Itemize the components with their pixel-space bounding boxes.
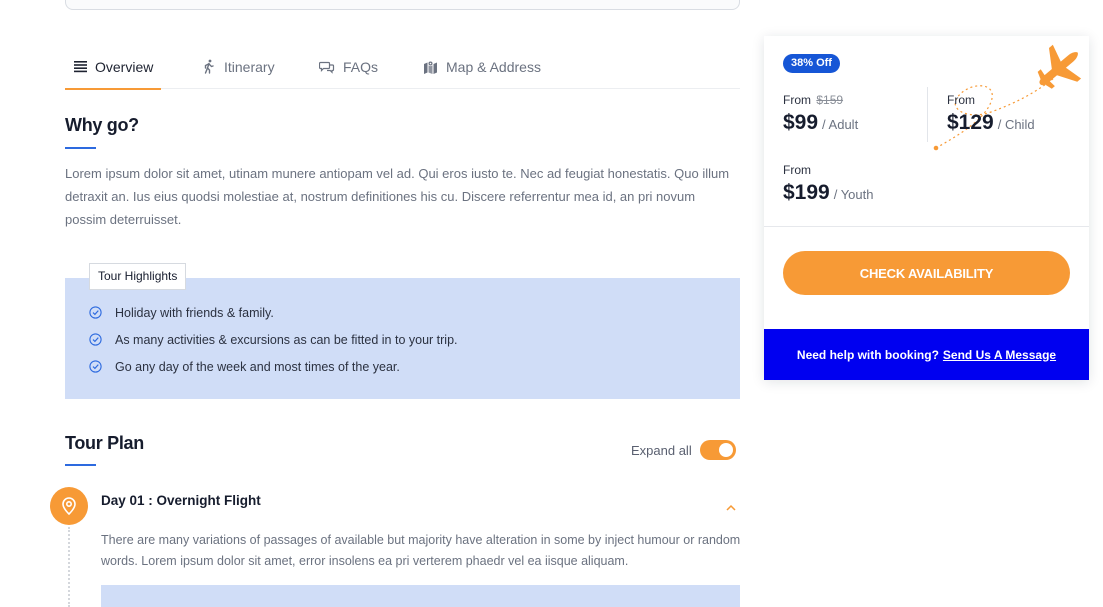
map-icon [423, 60, 438, 74]
timeline-line [68, 527, 70, 607]
from-label: From [947, 93, 975, 107]
highlight-text: As many activities & excursions as can b… [115, 333, 458, 347]
heading-underline [65, 147, 96, 149]
tab-map-address[interactable]: Map & Address [423, 44, 541, 89]
price-adult: From $159 $99/ Adult [783, 93, 858, 135]
booking-card: 38% Off From $159 $99/ Adult From $129/ … [764, 36, 1089, 380]
expand-all-control[interactable]: Expand all [631, 440, 736, 460]
discount-badge: 38% Off [783, 54, 840, 73]
from-label: From [783, 93, 811, 107]
why-go-heading: Why go? [65, 115, 139, 135]
chevron-up-icon[interactable] [725, 499, 737, 517]
check-circle-icon [89, 360, 103, 374]
tour-highlights-tag: Tour Highlights [89, 263, 187, 290]
tour-plan-heading: Tour Plan [65, 433, 144, 453]
price-amount: $129 [947, 111, 994, 134]
tab-label: FAQs [343, 58, 379, 75]
day-description: There are many variations of passages of… [101, 533, 741, 568]
why-go-text: Lorem ipsum dolor sit amet, utinam muner… [65, 166, 730, 227]
chat-icon [319, 60, 335, 74]
divider [927, 87, 928, 142]
list-icon [74, 60, 87, 73]
price-unit: / Adult [822, 117, 859, 132]
tab-label: Itinerary [224, 58, 275, 75]
expand-all-toggle[interactable] [699, 440, 736, 460]
day-details-panel [101, 585, 740, 607]
expand-all-label: Expand all [631, 442, 692, 458]
tab-itinerary[interactable]: Itinerary [202, 44, 275, 89]
price-amount: $99 [783, 111, 819, 134]
send-message-link[interactable]: Send Us A Message [943, 348, 1056, 362]
price-unit: / Child [997, 117, 1035, 132]
highlight-text: Go any day of the week and most times of… [115, 360, 400, 374]
highlight-item: Holiday with friends & family. [89, 306, 274, 320]
old-price: $159 [816, 93, 844, 107]
price-child: From $129/ Child [947, 93, 1035, 135]
tab-overview[interactable]: Overview [64, 44, 162, 90]
hiker-icon [202, 59, 216, 74]
check-circle-icon [89, 333, 103, 347]
highlight-item: As many activities & excursions as can b… [89, 333, 458, 347]
help-bar: Need help with booking? Send Us A Messag… [764, 329, 1089, 380]
day-title[interactable]: Day 01 : Overnight Flight [101, 493, 261, 508]
tab-bar: Overview Itinerary FAQs Map & Address [64, 44, 740, 90]
price-youth: From $199/ Youth [783, 163, 874, 205]
price-amount: $199 [783, 181, 830, 204]
highlight-item: Go any day of the week and most times of… [89, 360, 400, 374]
tab-label: Map & Address [446, 58, 541, 75]
help-text: Need help with booking? [796, 347, 939, 362]
price-unit: / Youth [833, 187, 874, 202]
highlight-text: Holiday with friends & family. [115, 306, 274, 320]
check-availability-button[interactable]: CHECK AVAILABILITY [783, 251, 1070, 295]
divider [764, 226, 1089, 227]
location-pin-icon [50, 487, 88, 525]
tab-label: Overview [95, 58, 154, 75]
tab-faqs[interactable]: FAQs [319, 44, 378, 89]
heading-underline [65, 464, 96, 466]
from-label: From [783, 163, 811, 177]
check-circle-icon [89, 306, 103, 320]
previous-card-edge [65, 0, 740, 10]
